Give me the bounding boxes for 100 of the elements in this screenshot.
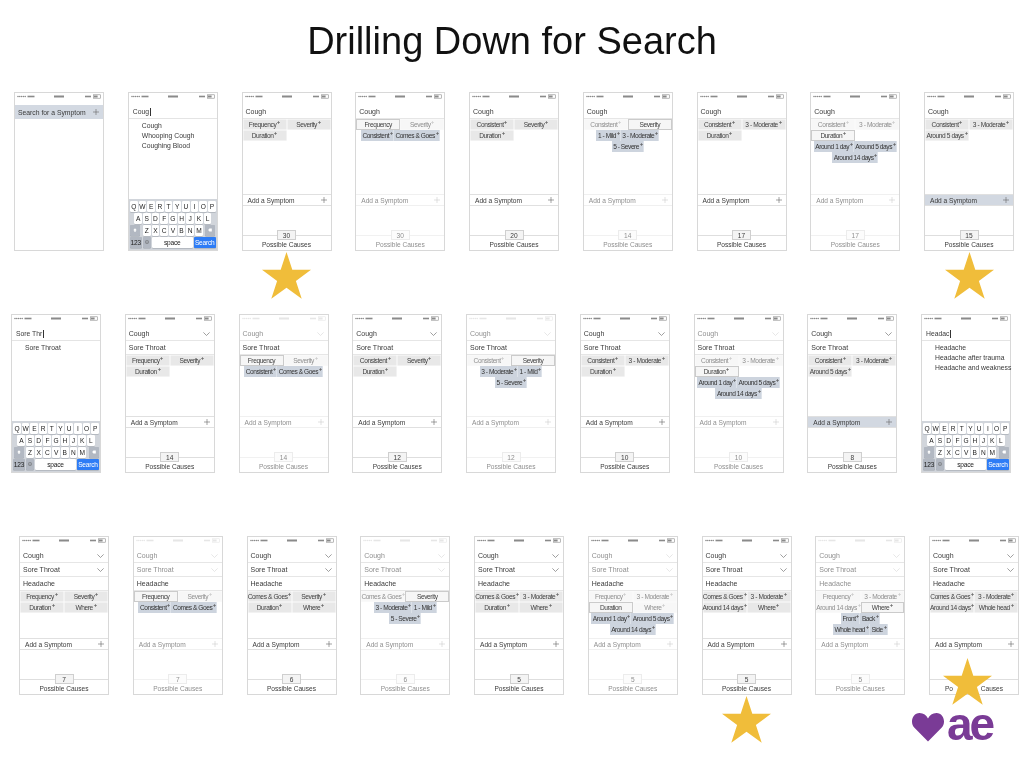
chevron-down-icon bbox=[657, 331, 665, 336]
plus-icon bbox=[743, 592, 747, 596]
plus-icon bbox=[658, 419, 665, 425]
plus-icon bbox=[959, 120, 963, 124]
plus-icon bbox=[548, 603, 552, 607]
plus-icon bbox=[160, 356, 164, 360]
plus-icon bbox=[874, 153, 878, 157]
plus-icon bbox=[616, 131, 620, 135]
plus-icon bbox=[670, 614, 674, 618]
plus-icon bbox=[627, 614, 631, 618]
delete-key[interactable] bbox=[88, 447, 99, 458]
plus-icon bbox=[743, 603, 747, 607]
shift-key[interactable] bbox=[923, 447, 934, 458]
chevron-down-icon bbox=[430, 331, 438, 336]
plus-icon bbox=[883, 625, 887, 629]
plus-icon bbox=[772, 419, 779, 425]
plus-icon bbox=[548, 197, 554, 203]
plus-icon bbox=[274, 131, 278, 135]
plus-icon bbox=[875, 614, 879, 618]
plus-icon bbox=[435, 131, 439, 135]
plus-icon bbox=[892, 142, 896, 146]
plus-icon bbox=[1003, 197, 1009, 203]
plus-icon bbox=[847, 367, 851, 371]
text-cursor bbox=[42, 329, 44, 338]
heart-icon bbox=[911, 712, 945, 742]
plus-icon bbox=[167, 603, 171, 607]
shift-key[interactable] bbox=[13, 447, 24, 458]
plus-icon bbox=[515, 592, 519, 596]
plus-icon bbox=[523, 378, 527, 382]
plus-icon bbox=[731, 120, 735, 124]
plus-icon bbox=[553, 641, 559, 647]
plus-icon bbox=[277, 120, 281, 124]
plus-icon bbox=[890, 603, 894, 607]
plus-icon bbox=[856, 614, 860, 618]
shift-arrow-icon bbox=[133, 228, 138, 233]
plus-icon bbox=[385, 367, 388, 371]
plus-icon bbox=[157, 367, 161, 371]
shift-key[interactable] bbox=[130, 225, 141, 236]
plus-icon bbox=[964, 131, 968, 135]
plus-icon bbox=[203, 419, 210, 425]
plus-icon bbox=[321, 603, 325, 607]
plus-icon bbox=[51, 603, 55, 607]
chevron-down-icon bbox=[438, 567, 446, 572]
plus-icon bbox=[666, 641, 673, 647]
backspace-icon bbox=[208, 228, 213, 233]
status-bar-icon bbox=[14, 316, 98, 321]
plus-icon bbox=[639, 142, 643, 146]
plus-icon bbox=[1011, 592, 1015, 596]
plus-icon bbox=[757, 389, 761, 393]
plus-icon bbox=[889, 356, 893, 360]
plus-icon bbox=[843, 131, 846, 135]
plus-icon bbox=[889, 197, 896, 203]
emoji-key[interactable] bbox=[26, 459, 34, 470]
backspace-icon bbox=[91, 450, 96, 455]
plus-icon bbox=[93, 109, 99, 115]
plus-icon bbox=[93, 603, 97, 607]
plus-icon bbox=[612, 367, 616, 371]
emoji-key[interactable] bbox=[936, 459, 944, 470]
plus-icon bbox=[778, 120, 782, 124]
plus-icon bbox=[545, 419, 551, 425]
chevron-down-icon bbox=[1007, 567, 1014, 572]
plus-icon bbox=[776, 378, 780, 382]
plus-icon bbox=[501, 131, 505, 135]
chevron-down-icon bbox=[316, 331, 324, 336]
chevron-down-icon bbox=[1007, 553, 1014, 558]
plus-icon bbox=[428, 356, 432, 360]
plus-icon bbox=[1008, 641, 1014, 647]
chevron-down-icon bbox=[552, 567, 559, 572]
plus-icon bbox=[273, 367, 277, 371]
plus-icon bbox=[783, 592, 787, 596]
status-bar-icon bbox=[17, 94, 101, 99]
plus-icon bbox=[857, 603, 861, 607]
chevron-down-icon bbox=[885, 331, 893, 336]
plus-icon bbox=[894, 641, 901, 647]
smiley-icon bbox=[144, 240, 149, 245]
chevron-down-icon bbox=[893, 567, 901, 572]
plus-icon bbox=[322, 592, 326, 596]
plus-icon bbox=[971, 592, 975, 596]
slide-title: Drilling Down for Search bbox=[307, 19, 717, 63]
status-bar-icon bbox=[924, 316, 1008, 321]
plus-icon bbox=[432, 603, 436, 607]
logo-text: ae bbox=[947, 709, 993, 745]
delete-key[interactable] bbox=[205, 225, 216, 236]
plus-icon bbox=[54, 592, 58, 596]
plus-icon bbox=[506, 603, 510, 607]
shift-arrow-icon bbox=[926, 450, 931, 455]
chevron-down-icon bbox=[544, 331, 551, 336]
delete-key[interactable] bbox=[998, 447, 1009, 458]
plus-icon bbox=[389, 131, 393, 135]
plus-icon bbox=[661, 356, 665, 360]
plus-icon bbox=[776, 603, 780, 607]
chevron-down-icon bbox=[97, 567, 104, 572]
plus-icon bbox=[387, 356, 391, 360]
chevron-down-icon bbox=[552, 553, 559, 558]
emoji-key[interactable] bbox=[142, 237, 151, 248]
plus-icon bbox=[98, 641, 104, 647]
chevron-down-icon bbox=[665, 567, 673, 572]
plus-icon bbox=[431, 419, 438, 425]
backspace-icon bbox=[1001, 450, 1006, 455]
status-bar-icon bbox=[130, 94, 215, 99]
